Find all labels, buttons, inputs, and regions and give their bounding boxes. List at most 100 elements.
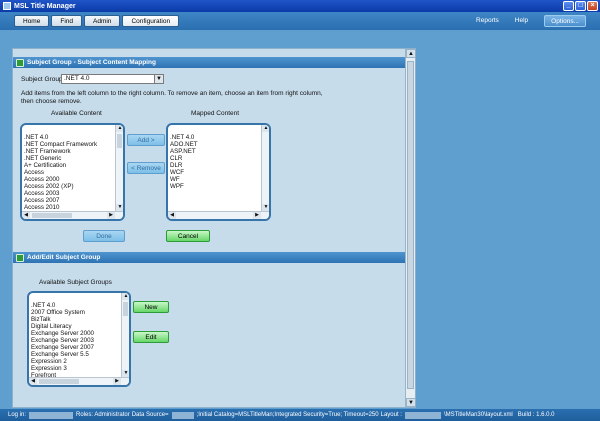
mapped-content-list[interactable]: .NET 4.0 ADO.NET ASP.NET CLR DLR WCF WF … bbox=[166, 123, 271, 221]
mapping-section-title: Subject Group - Subject Content Mapping bbox=[27, 59, 156, 66]
list-item[interactable]: Exchange Server 2000 bbox=[31, 330, 94, 337]
add-button[interactable]: Add > bbox=[127, 134, 165, 146]
list-item[interactable]: CLR bbox=[170, 155, 198, 162]
scroll-thumb[interactable] bbox=[39, 379, 79, 384]
edit-section-header: Add/Edit Subject Group bbox=[13, 252, 405, 263]
scroll-right-icon[interactable]: ▶ bbox=[107, 212, 115, 219]
scroll-up-icon[interactable]: ▲ bbox=[116, 125, 123, 132]
list-item[interactable]: .NET Generic bbox=[24, 155, 97, 162]
top-nav: Home Find Admin Configuration Reports He… bbox=[0, 12, 600, 30]
options-button[interactable]: Options... bbox=[544, 15, 586, 27]
section-icon bbox=[16, 253, 24, 262]
section-icon bbox=[16, 58, 24, 67]
nav-tabs: Home Find Admin Configuration bbox=[14, 15, 180, 27]
instructions-line-2: then choose remove. bbox=[21, 98, 82, 105]
tab-configuration[interactable]: Configuration bbox=[122, 15, 180, 27]
list-item[interactable]: WCF bbox=[170, 169, 198, 176]
list-horizontal-scrollbar[interactable]: ◀ ▶ bbox=[168, 211, 269, 219]
tab-home[interactable]: Home bbox=[14, 15, 50, 27]
scroll-left-icon[interactable]: ◀ bbox=[22, 212, 30, 219]
done-button[interactable]: Done bbox=[83, 230, 125, 242]
roles-text: Roles: Administrator bbox=[76, 412, 130, 418]
available-content-list[interactable]: .NET 4.0 .NET Compact Framework .NET Fra… bbox=[20, 123, 125, 221]
list-item[interactable]: Access 2010 bbox=[24, 204, 97, 211]
list-item[interactable]: ADO.NET bbox=[170, 141, 198, 148]
top-links: Reports Help Options... bbox=[476, 15, 586, 27]
minimize-icon[interactable]: _ bbox=[563, 1, 574, 11]
list-vertical-scrollbar[interactable]: ▲ ▼ bbox=[121, 293, 129, 377]
list-vertical-scrollbar[interactable]: ▲ ▼ bbox=[261, 125, 269, 211]
cancel-button[interactable]: Cancel bbox=[166, 230, 210, 242]
list-item[interactable]: .NET 4.0 bbox=[31, 302, 94, 309]
list-item[interactable]: Access bbox=[24, 169, 97, 176]
redacted-layout-path bbox=[404, 411, 441, 419]
list-item[interactable]: Expression 3 bbox=[31, 365, 94, 372]
tab-admin[interactable]: Admin bbox=[84, 15, 121, 27]
instructions-line-1: Add items from the left column to the ri… bbox=[21, 90, 323, 97]
scroll-thumb[interactable] bbox=[123, 302, 128, 316]
list-item[interactable]: Exchange Server 2003 bbox=[31, 337, 94, 344]
list-item[interactable]: Access 2007 bbox=[24, 197, 97, 204]
available-subject-groups-label: Available Subject Groups bbox=[39, 279, 112, 286]
mapping-section-header: Subject Group - Subject Content Mapping bbox=[13, 57, 405, 68]
list-item[interactable]: Access 2003 bbox=[24, 190, 97, 197]
close-icon[interactable]: × bbox=[587, 1, 598, 11]
scroll-thumb[interactable] bbox=[32, 213, 72, 218]
list-item[interactable]: ASP.NET bbox=[170, 148, 198, 155]
scroll-down-icon[interactable]: ▼ bbox=[262, 204, 269, 211]
available-content-items: .NET 4.0 .NET Compact Framework .NET Fra… bbox=[24, 134, 97, 211]
mapped-content-label: Mapped Content bbox=[191, 110, 240, 117]
scroll-right-icon[interactable]: ▶ bbox=[113, 378, 121, 385]
list-item[interactable]: .NET Compact Framework bbox=[24, 141, 97, 148]
scroll-down-icon[interactable]: ▼ bbox=[122, 370, 129, 377]
reports-link[interactable]: Reports bbox=[476, 15, 499, 27]
chevron-down-icon[interactable]: ▼ bbox=[154, 75, 163, 83]
scroll-down-icon[interactable]: ▼ bbox=[116, 204, 123, 211]
subject-group-label: Subject Group bbox=[21, 76, 63, 83]
scroll-up-icon[interactable]: ▲ bbox=[122, 293, 129, 300]
scroll-thumb[interactable] bbox=[407, 61, 414, 389]
panel-vertical-scrollbar[interactable]: ▲ ▼ bbox=[405, 49, 415, 407]
catalog-text: ;Initial Catalog=MSLTitleMan;Integrated … bbox=[196, 412, 379, 418]
scroll-up-icon[interactable]: ▲ bbox=[262, 125, 269, 132]
new-button[interactable]: New bbox=[133, 301, 169, 313]
list-horizontal-scrollbar[interactable]: ◀ ▶ bbox=[29, 377, 129, 385]
subject-groups-list[interactable]: .NET 4.0 2007 Office System BizTalk Digi… bbox=[27, 291, 131, 387]
list-vertical-scrollbar[interactable]: ▲ ▼ bbox=[115, 125, 123, 211]
tab-find[interactable]: Find bbox=[51, 15, 82, 27]
help-link[interactable]: Help bbox=[515, 15, 528, 27]
list-item[interactable]: Expression 2 bbox=[31, 358, 94, 365]
list-item[interactable]: .NET Framework bbox=[24, 148, 97, 155]
edit-button[interactable]: Edit bbox=[133, 331, 169, 343]
content-panel: Subject Group - Subject Content Mapping … bbox=[12, 48, 416, 408]
mapped-content-items: .NET 4.0 ADO.NET ASP.NET CLR DLR WCF WF … bbox=[170, 134, 198, 190]
list-item[interactable]: .NET 4.0 bbox=[24, 134, 97, 141]
list-item[interactable]: A+ Certification bbox=[24, 162, 97, 169]
list-horizontal-scrollbar[interactable]: ◀ ▶ bbox=[22, 211, 123, 219]
maximize-icon[interactable]: □ bbox=[575, 1, 586, 11]
list-item[interactable]: 2007 Office System bbox=[31, 309, 94, 316]
list-item[interactable]: Exchange Server 2007 bbox=[31, 344, 94, 351]
list-item[interactable]: DLR bbox=[170, 162, 198, 169]
scroll-left-icon[interactable]: ◀ bbox=[29, 378, 37, 385]
scroll-right-icon[interactable]: ▶ bbox=[253, 212, 261, 219]
scroll-down-icon[interactable]: ▼ bbox=[406, 398, 415, 407]
list-item[interactable]: WF bbox=[170, 176, 198, 183]
list-item[interactable]: Exchange Server 5.5 bbox=[31, 351, 94, 358]
list-item[interactable]: WPF bbox=[170, 183, 198, 190]
list-item[interactable]: Access 2002 (XP) bbox=[24, 183, 97, 190]
layout-file: \MSTitleMan30\layout.xml bbox=[443, 412, 513, 418]
list-item[interactable]: Access 2000 bbox=[24, 176, 97, 183]
list-item[interactable]: .NET 4.0 bbox=[170, 134, 198, 141]
subject-group-select[interactable]: .NET 4.0 ▼ bbox=[61, 74, 164, 84]
remove-button[interactable]: < Remove bbox=[127, 162, 165, 174]
scroll-left-icon[interactable]: ◀ bbox=[168, 212, 176, 219]
window-title: MSL Title Manager bbox=[14, 2, 76, 10]
scroll-up-icon[interactable]: ▲ bbox=[406, 49, 415, 58]
redacted-data-source bbox=[171, 411, 194, 419]
list-item[interactable]: Digital Literacy bbox=[31, 323, 94, 330]
available-content-label: Available Content bbox=[51, 110, 102, 117]
list-item[interactable]: BizTalk bbox=[31, 316, 94, 323]
scroll-thumb[interactable] bbox=[117, 134, 122, 148]
redacted-login bbox=[29, 411, 74, 419]
